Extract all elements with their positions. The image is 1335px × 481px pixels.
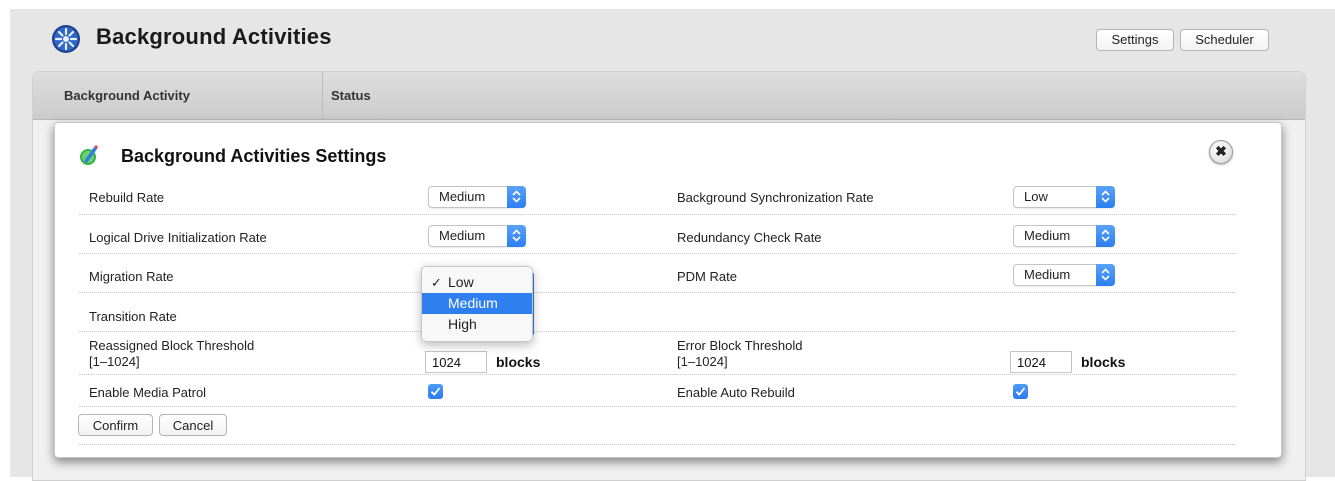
row-divider [79,374,1235,375]
pdm-rate-value: Medium [1024,267,1071,282]
dialog-title: Background Activities Settings [121,146,387,166]
select-stepper-icon [507,225,526,247]
logical-drive-init-rate-select[interactable]: Medium [428,225,526,247]
menu-option-label: High [448,316,477,332]
globe-icon [52,25,80,53]
select-stepper-icon [507,186,526,208]
pdm-rate-select[interactable]: Medium [1013,264,1115,286]
menu-option-high[interactable]: High [422,314,532,335]
reassigned-threshold-label: Reassigned Block Threshold [1–1024] [89,338,254,370]
select-stepper-icon [1096,264,1115,286]
row-divider [79,292,1235,293]
checkmark-icon [430,387,441,396]
logical-drive-init-rate-value: Medium [439,228,486,243]
error-threshold-range: [1–1024] [677,354,728,369]
pdm-rate-label: PDM Rate [677,269,737,284]
redundancy-check-rate-label: Redundancy Check Rate [677,230,822,245]
settings-button[interactable]: Settings [1096,29,1174,51]
media-patrol-checkbox[interactable] [428,384,443,399]
auto-rebuild-checkbox[interactable] [1013,384,1028,399]
select-stepper-icon [1096,186,1115,208]
bg-sync-rate-label: Background Synchronization Rate [677,190,874,205]
confirm-button[interactable]: Confirm [78,414,153,436]
row-divider [79,253,1235,254]
checkmark-icon [1015,387,1026,396]
column-header-activity[interactable]: Background Activity [33,72,323,120]
select-stepper-icon [1096,225,1115,247]
redundancy-check-rate-value: Medium [1024,228,1071,243]
menu-option-low[interactable]: ✓ Low [422,272,532,293]
reassigned-threshold-input[interactable] [425,351,487,373]
reassigned-threshold-unit: blocks [496,354,541,370]
error-threshold-unit: blocks [1081,354,1126,370]
close-icon[interactable]: ✖ [1209,140,1233,164]
transition-rate-label: Transition Rate [89,309,177,324]
page-title: Background Activities [96,24,332,49]
bg-sync-rate-select[interactable]: Low [1013,186,1115,208]
auto-rebuild-label: Enable Auto Rebuild [677,385,795,400]
row-divider [79,444,1235,445]
error-threshold-input[interactable] [1010,351,1072,373]
reassigned-threshold-range: [1–1024] [89,354,140,369]
media-patrol-label: Enable Media Patrol [89,385,207,400]
menu-option-medium[interactable]: Medium [422,293,532,314]
migration-rate-dropdown-menu: ✓ Low Medium High [421,266,533,342]
menu-option-label: Medium [448,295,498,311]
scheduler-button[interactable]: Scheduler [1180,29,1269,51]
bg-sync-rate-value: Low [1024,189,1048,204]
menu-option-label: Low [448,274,474,290]
edit-pencil-icon [80,145,98,165]
reassigned-threshold-title: Reassigned Block Threshold [89,338,255,353]
rebuild-rate-value: Medium [439,189,486,204]
page-background: Background Activities Settings Scheduler… [10,9,1335,481]
migration-rate-label: Migration Rate [89,269,174,284]
error-threshold-label: Error Block Threshold [1–1024] [677,338,802,370]
row-divider [79,331,1235,332]
column-header-status[interactable]: Status [323,72,623,120]
settings-dialog: Background Activities Settings ✖ Rebuild… [54,122,1282,458]
cancel-button[interactable]: Cancel [159,414,227,436]
row-divider [79,406,1235,407]
logical-drive-init-rate-label: Logical Drive Initialization Rate [89,230,267,245]
error-threshold-title: Error Block Threshold [677,338,803,353]
row-divider [79,214,1235,215]
checkmark-icon: ✓ [431,275,442,290]
table-header: Background Activity Status [33,72,1305,120]
rebuild-rate-select[interactable]: Medium [428,186,526,208]
rebuild-rate-label: Rebuild Rate [89,190,165,205]
redundancy-check-rate-select[interactable]: Medium [1013,225,1115,247]
